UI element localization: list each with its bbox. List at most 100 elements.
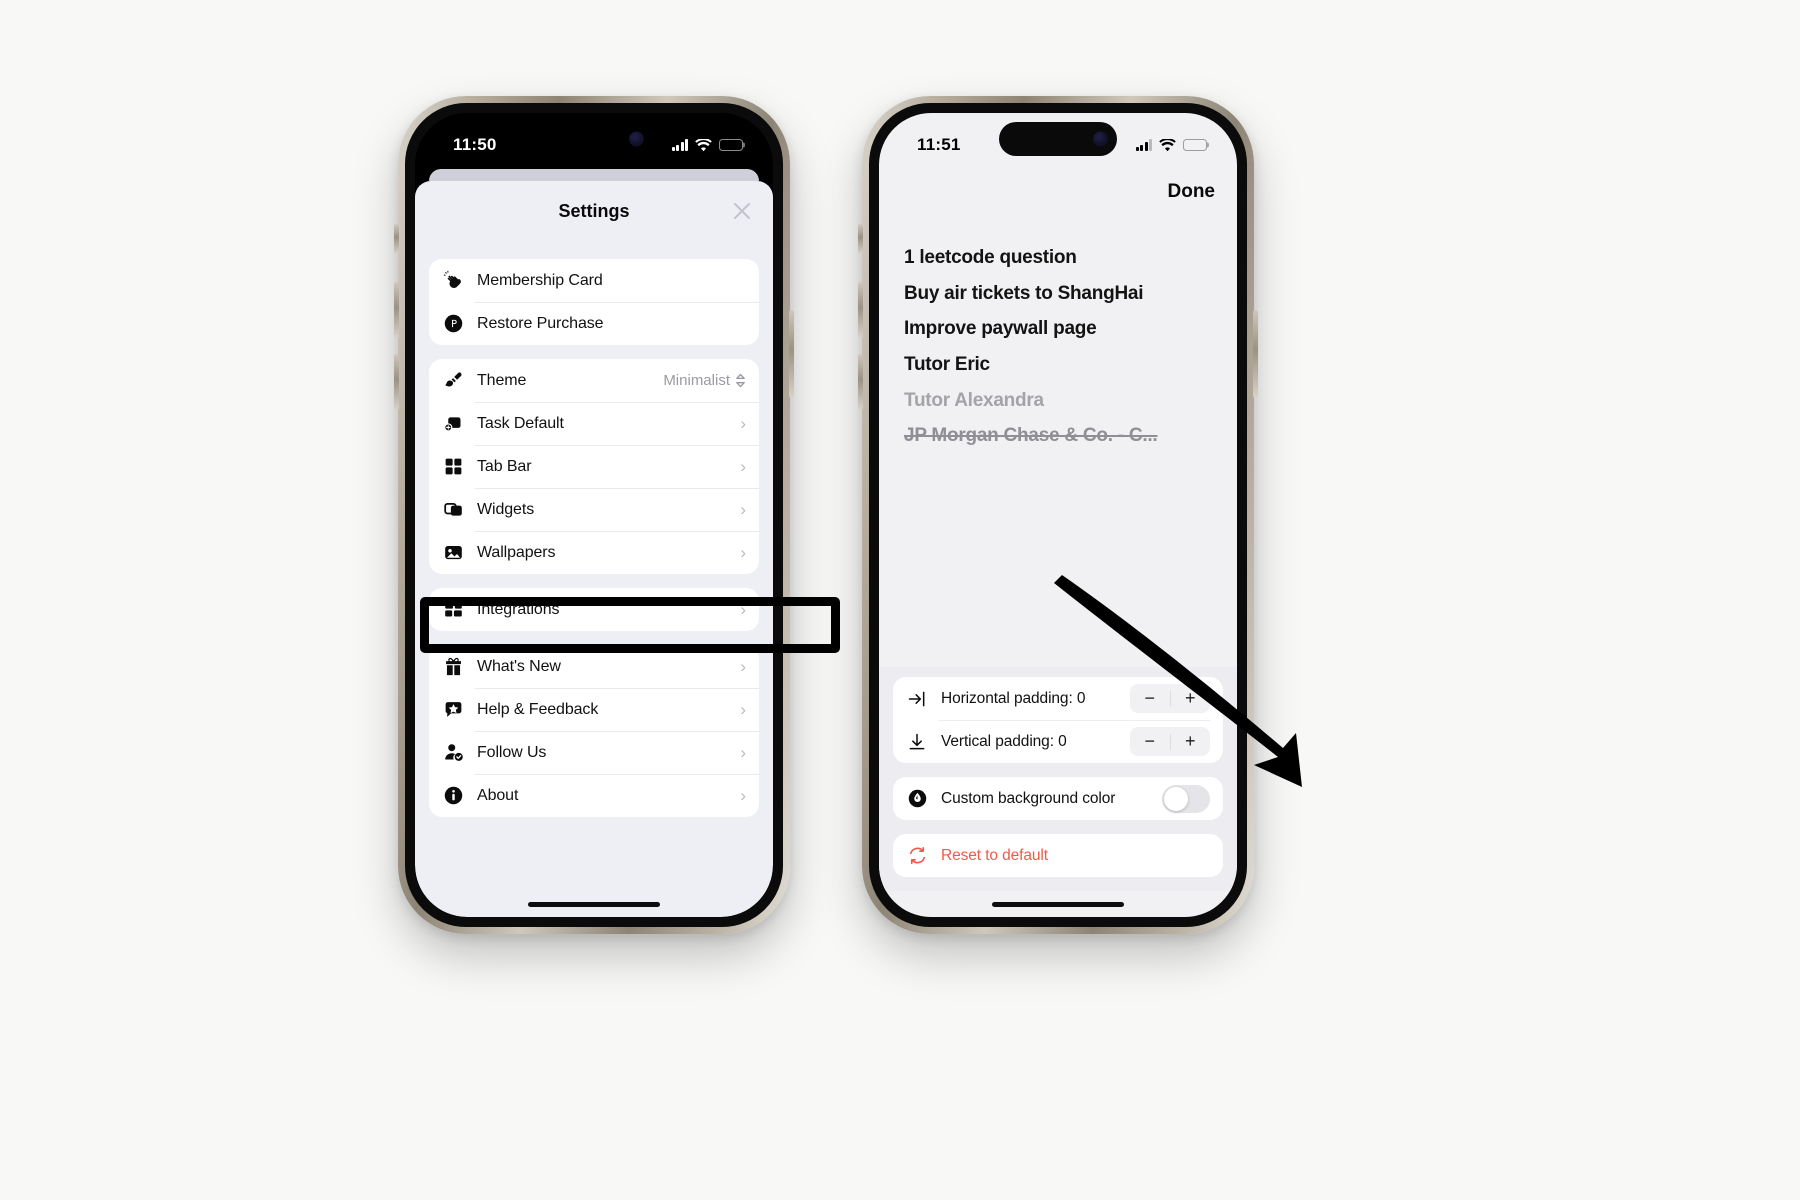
sidebar-item-integrations[interactable]: Integrations › xyxy=(429,588,759,631)
home-indicator-left xyxy=(429,891,759,917)
sidebar-item-label: Wallpapers xyxy=(477,543,556,561)
front-camera-icon xyxy=(1093,131,1108,147)
horizontal-padding-minus-button[interactable]: − xyxy=(1130,684,1170,713)
theme-value[interactable]: Minimalist xyxy=(663,372,746,389)
vertical-padding-icon xyxy=(906,731,928,753)
chevron-right-icon: › xyxy=(740,657,746,676)
sidebar-item-tab-bar[interactable]: Tab Bar › xyxy=(429,445,759,488)
status-bar-left: 11:50 xyxy=(415,113,773,169)
restore-purchase-icon xyxy=(442,313,464,335)
power-button[interactable] xyxy=(1253,310,1258,398)
phone-left-screen: 11:50 Settings Membership Card Restore P… xyxy=(415,113,773,917)
list-item[interactable]: Tutor Alexandra xyxy=(904,388,1212,414)
sidebar-item-label: Tab Bar xyxy=(477,457,532,475)
sidebar-item-membership-card[interactable]: Membership Card xyxy=(429,259,759,302)
settings-group-support: What's New › Help & Feedback › Follow Us… xyxy=(429,645,759,817)
task-list: 1 leetcode question Buy air tickets to S… xyxy=(879,215,1237,667)
settings-sheet: Settings Membership Card Restore Purchas… xyxy=(415,181,773,917)
power-button[interactable] xyxy=(789,310,794,398)
vertical-padding-stepper[interactable]: − + xyxy=(1130,727,1210,756)
phone-left: 11:50 Settings Membership Card Restore P… xyxy=(394,96,794,934)
padding-controls-group: Horizontal padding: 0 − + Vertical paddi… xyxy=(893,677,1223,763)
custom-background-color-row: Custom background color xyxy=(893,777,1223,820)
list-item[interactable]: Buy air tickets to ShangHai xyxy=(904,281,1212,307)
task-default-icon xyxy=(442,413,464,435)
sidebar-item-help-feedback[interactable]: Help & Feedback › xyxy=(429,688,759,731)
status-time: 11:50 xyxy=(453,135,497,154)
reset-to-default-label: Reset to default xyxy=(941,846,1048,864)
volume-down-button[interactable] xyxy=(858,354,863,410)
sidebar-item-label: Help & Feedback xyxy=(477,700,599,718)
sidebar-item-task-default[interactable]: Task Default › xyxy=(429,402,759,445)
reset-circular-arrows-icon xyxy=(906,845,928,867)
dynamic-island xyxy=(535,122,653,156)
custom-background-color-label: Custom background color xyxy=(941,789,1116,807)
status-bar-right: 11:51 xyxy=(879,113,1237,169)
phone-left-bezel: 11:50 Settings Membership Card Restore P… xyxy=(405,103,783,927)
chevron-right-icon: › xyxy=(740,500,746,519)
sidebar-item-follow-us[interactable]: Follow Us › xyxy=(429,731,759,774)
settings-group-appearance: Theme Minimalist Task Default › Tab Bar … xyxy=(429,359,759,574)
sidebar-item-restore-purchase[interactable]: Restore Purchase xyxy=(429,302,759,345)
sidebar-item-label: Membership Card xyxy=(477,271,603,289)
sidebar-item-whats-new[interactable]: What's New › xyxy=(429,645,759,688)
widgets-icon xyxy=(442,499,464,521)
front-camera-icon xyxy=(629,131,644,147)
volume-down-button[interactable] xyxy=(394,354,399,410)
custom-background-group: Custom background color xyxy=(893,777,1223,820)
close-icon[interactable] xyxy=(729,198,755,224)
chevron-right-icon: › xyxy=(740,786,746,805)
sidebar-item-about[interactable]: About › xyxy=(429,774,759,817)
toolbar-right: Done xyxy=(879,169,1237,215)
list-item[interactable]: 1 leetcode question xyxy=(904,245,1212,271)
horizontal-padding-icon xyxy=(906,688,928,710)
horizontal-padding-plus-button[interactable]: + xyxy=(1171,684,1211,713)
done-button[interactable]: Done xyxy=(1168,181,1216,203)
page-title: Settings xyxy=(558,200,630,221)
sidebar-item-theme[interactable]: Theme Minimalist xyxy=(429,359,759,402)
volume-up-button[interactable] xyxy=(394,282,399,338)
wifi-icon xyxy=(1159,138,1176,152)
battery-icon xyxy=(719,139,745,151)
integrations-grid-icon xyxy=(442,599,464,621)
list-item[interactable]: Improve paywall page xyxy=(904,316,1212,342)
horizontal-padding-stepper[interactable]: − + xyxy=(1130,684,1210,713)
settings-group-integrations: Integrations › xyxy=(429,588,759,631)
chevron-right-icon: › xyxy=(740,700,746,719)
wallpapers-image-icon xyxy=(442,542,464,564)
sidebar-item-label: Theme xyxy=(477,371,527,389)
sidebar-item-wallpapers[interactable]: Wallpapers › xyxy=(429,531,759,574)
vertical-padding-label: Vertical padding: 0 xyxy=(941,732,1067,750)
clapping-hands-icon xyxy=(442,270,464,292)
battery-icon xyxy=(1183,139,1209,151)
phone-right-screen: 11:51 Done 1 leetcode question Buy air t… xyxy=(879,113,1237,917)
tab-bar-grid-icon xyxy=(442,456,464,478)
home-indicator-right xyxy=(879,891,1237,917)
wifi-icon xyxy=(695,138,712,152)
mute-switch[interactable] xyxy=(394,224,399,254)
list-item[interactable]: JP Morgan Chase & Co. - C... xyxy=(904,423,1212,449)
vertical-padding-plus-button[interactable]: + xyxy=(1171,727,1211,756)
sidebar-item-label: About xyxy=(477,786,519,804)
sheet-stack-peek xyxy=(429,169,759,181)
mute-switch[interactable] xyxy=(858,224,863,254)
gift-icon xyxy=(442,656,464,678)
chevron-right-icon: › xyxy=(740,543,746,562)
reset-to-default-row[interactable]: Reset to default xyxy=(893,834,1223,877)
sidebar-item-widgets[interactable]: Widgets › xyxy=(429,488,759,531)
about-info-icon xyxy=(442,785,464,807)
reset-group: Reset to default xyxy=(893,834,1223,877)
widget-controls-panel: Horizontal padding: 0 − + Vertical paddi… xyxy=(879,667,1237,891)
phone-right: 11:51 Done 1 leetcode question Buy air t… xyxy=(858,96,1258,934)
sidebar-item-label: Widgets xyxy=(477,500,535,518)
sidebar-item-label: Task Default xyxy=(477,414,564,432)
vertical-padding-minus-button[interactable]: − xyxy=(1130,727,1170,756)
custom-background-color-toggle[interactable] xyxy=(1162,784,1210,813)
chevron-right-icon: › xyxy=(740,600,746,619)
volume-up-button[interactable] xyxy=(858,282,863,338)
list-item[interactable]: Tutor Eric xyxy=(904,352,1212,378)
settings-group-account: Membership Card Restore Purchase xyxy=(429,259,759,345)
sidebar-item-label: Restore Purchase xyxy=(477,314,604,332)
cellular-bars-icon xyxy=(671,139,688,151)
sidebar-item-label: Integrations xyxy=(477,600,560,618)
